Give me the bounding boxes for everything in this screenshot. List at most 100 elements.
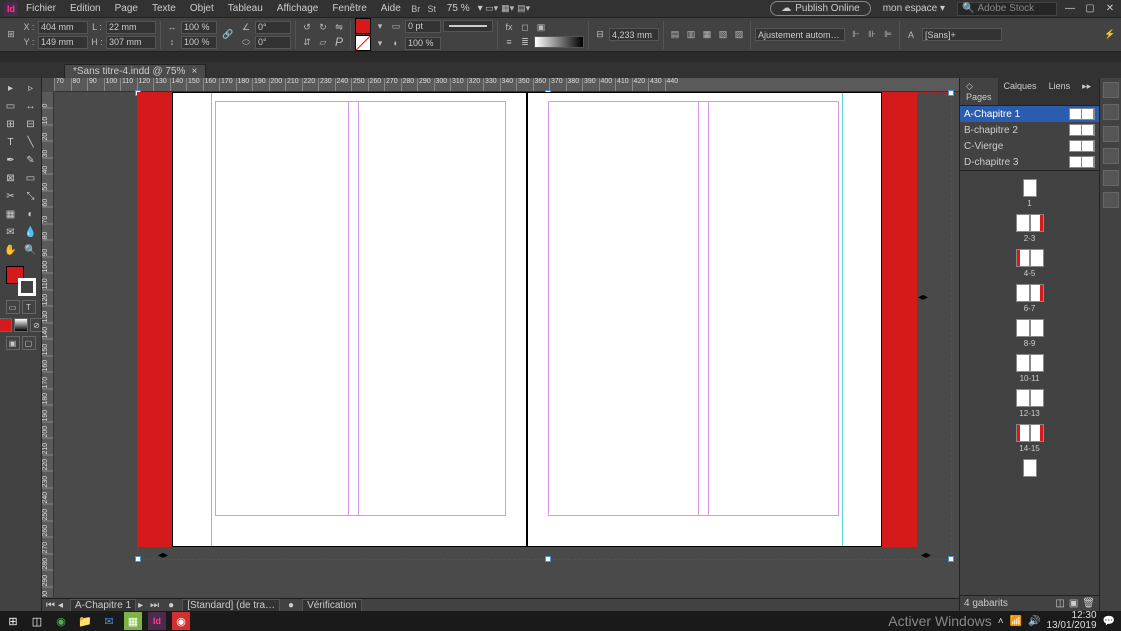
corner-icon[interactable]: ◻: [518, 20, 532, 34]
tab-pages[interactable]: ◇ Pages: [960, 78, 998, 105]
notifications-icon[interactable]: 💬: [1103, 616, 1115, 627]
rectangle-tool[interactable]: ▭: [22, 170, 40, 186]
zoom-arrow-icon[interactable]: ▾: [478, 3, 483, 14]
scale-x-field[interactable]: 100 %: [181, 21, 217, 34]
fill-dropdown-icon[interactable]: ▾: [373, 19, 387, 33]
apply-color-icon[interactable]: [0, 318, 12, 332]
panel-collapse-icon[interactable]: ▸▸: [1076, 78, 1097, 105]
volume-icon[interactable]: 🔊: [1028, 616, 1040, 627]
free-transform-tool[interactable]: ⤡: [22, 188, 40, 204]
rotate-cw-icon[interactable]: ↻: [316, 20, 330, 34]
stroke-panel-icon[interactable]: [1103, 148, 1119, 164]
task-view-icon[interactable]: ◫: [28, 612, 46, 630]
close-button[interactable]: ✕: [1103, 2, 1117, 16]
chrome-icon[interactable]: ◉: [52, 612, 70, 630]
h-field[interactable]: 307 mm: [106, 36, 156, 49]
swatches-icon[interactable]: [1103, 126, 1119, 142]
paragraph-icon[interactable]: P: [332, 35, 346, 49]
normal-view-icon[interactable]: ▣: [6, 336, 20, 350]
first-spread-button[interactable]: ⏮: [46, 600, 56, 611]
scissors-tool[interactable]: ✂: [2, 188, 20, 204]
hand-tool[interactable]: ✋: [2, 242, 20, 258]
page-thumbnail[interactable]: 2-3: [1016, 214, 1044, 243]
tray-up-icon[interactable]: ˄: [998, 616, 1004, 627]
wrap-none-icon[interactable]: ▣: [534, 20, 548, 34]
stroke-style-dropdown[interactable]: [443, 20, 493, 32]
bridge-icon[interactable]: Br: [409, 2, 423, 16]
stroke-proxy[interactable]: [18, 278, 36, 296]
horizontal-ruler[interactable]: 7080901001101201301401501601701801902002…: [54, 78, 959, 92]
color-icon[interactable]: [1103, 104, 1119, 120]
dist-r-icon[interactable]: ⊫: [881, 28, 895, 42]
master-item[interactable]: D-chapitre 3: [960, 154, 1099, 170]
menu-help[interactable]: Aide: [375, 1, 407, 16]
preflight-profile-dropdown[interactable]: [Standard] (de tra…: [182, 599, 280, 612]
menu-object[interactable]: Objet: [184, 1, 220, 16]
lightning-icon[interactable]: ⚡: [1103, 28, 1117, 42]
fx-icon[interactable]: fx: [502, 20, 516, 34]
clock[interactable]: 12:3013/01/2019: [1046, 611, 1096, 631]
errors-icon[interactable]: ●: [288, 600, 294, 611]
w-field[interactable]: 22 mm: [106, 21, 156, 34]
pen-tool[interactable]: ✒: [2, 152, 20, 168]
master-item[interactable]: B-chapitre 2: [960, 122, 1099, 138]
object-styles-icon[interactable]: [1103, 192, 1119, 208]
gap-tool[interactable]: ↔: [22, 98, 40, 114]
line-tool[interactable]: ╲: [22, 134, 40, 150]
flip-v-icon[interactable]: ⇵: [300, 35, 314, 49]
page-thumbnail[interactable]: 12-13: [1016, 389, 1044, 418]
direct-selection-tool[interactable]: ▹: [22, 80, 40, 96]
document-tab[interactable]: *Sans titre-4.indd @ 75%×: [64, 64, 206, 78]
tab-layers[interactable]: Calques: [998, 78, 1043, 105]
minimize-button[interactable]: —: [1063, 2, 1077, 16]
x-field[interactable]: 404 mm: [38, 21, 88, 34]
close-tab-icon[interactable]: ×: [191, 66, 197, 77]
wrap5-icon[interactable]: ▨: [732, 28, 746, 42]
rotate-ccw-icon[interactable]: ↺: [300, 20, 314, 34]
fill-stroke-proxy[interactable]: [6, 266, 36, 296]
gradient-panel-icon[interactable]: [1103, 170, 1119, 186]
guide[interactable]: [211, 93, 212, 546]
app1-icon[interactable]: ▦: [124, 612, 142, 630]
page-tool[interactable]: ▭: [2, 98, 20, 114]
publish-online-button[interactable]: Publish Online: [770, 1, 870, 16]
pages-list[interactable]: 12-34-56-78-910-1112-1314-15: [960, 171, 1099, 595]
align-left-icon[interactable]: ≡: [502, 35, 516, 49]
tab-links[interactable]: Liens: [1043, 78, 1077, 105]
menu-type[interactable]: Texte: [146, 1, 182, 16]
wrap1-icon[interactable]: ▤: [668, 28, 682, 42]
menu-window[interactable]: Fenêtre: [326, 1, 372, 16]
y-field[interactable]: 149 mm: [38, 36, 88, 49]
view-options-icon[interactable]: ▭▾: [485, 2, 499, 16]
right-page[interactable]: [527, 92, 882, 547]
eyedropper-tool[interactable]: 💧: [22, 224, 40, 240]
formatting-container-icon[interactable]: ▭: [6, 300, 20, 314]
rectangle-frame-tool[interactable]: ⊠: [2, 170, 20, 186]
page-thumbnail[interactable]: 14-15: [1016, 424, 1044, 453]
opacity-field[interactable]: 100 %: [405, 37, 441, 50]
selection-tool[interactable]: ▸: [2, 80, 20, 96]
gradient-tool[interactable]: ▦: [2, 206, 20, 222]
explorer-icon[interactable]: 📁: [76, 612, 94, 630]
scale-y-field[interactable]: 100 %: [181, 36, 217, 49]
zoom-tool[interactable]: 🔍: [22, 242, 40, 258]
maximize-button[interactable]: ▢: [1083, 2, 1097, 16]
menu-table[interactable]: Tableau: [222, 1, 269, 16]
page-thumbnail[interactable]: 6-7: [1016, 284, 1044, 313]
formatting-text-icon[interactable]: T: [22, 300, 36, 314]
page-thumbnail[interactable]: 4-5: [1016, 249, 1044, 278]
menu-page[interactable]: Page: [109, 1, 144, 16]
shear-field[interactable]: 0°: [255, 36, 291, 49]
guide[interactable]: [842, 93, 843, 546]
master-item[interactable]: A-Chapitre 1: [960, 106, 1099, 122]
menu-edit[interactable]: Edition: [64, 1, 107, 16]
workspace-switcher[interactable]: mon espace ▾: [877, 1, 951, 16]
wrap4-icon[interactable]: ▧: [716, 28, 730, 42]
stroke-swatch[interactable]: [355, 35, 371, 51]
left-page[interactable]: [172, 92, 527, 547]
type-tool[interactable]: T: [2, 134, 20, 150]
page-thumbnail[interactable]: 1: [1023, 179, 1037, 208]
menu-file[interactable]: Fichier: [20, 1, 62, 16]
content-collector-tool[interactable]: ⊞: [2, 116, 20, 132]
fill-swatch[interactable]: [355, 18, 371, 34]
